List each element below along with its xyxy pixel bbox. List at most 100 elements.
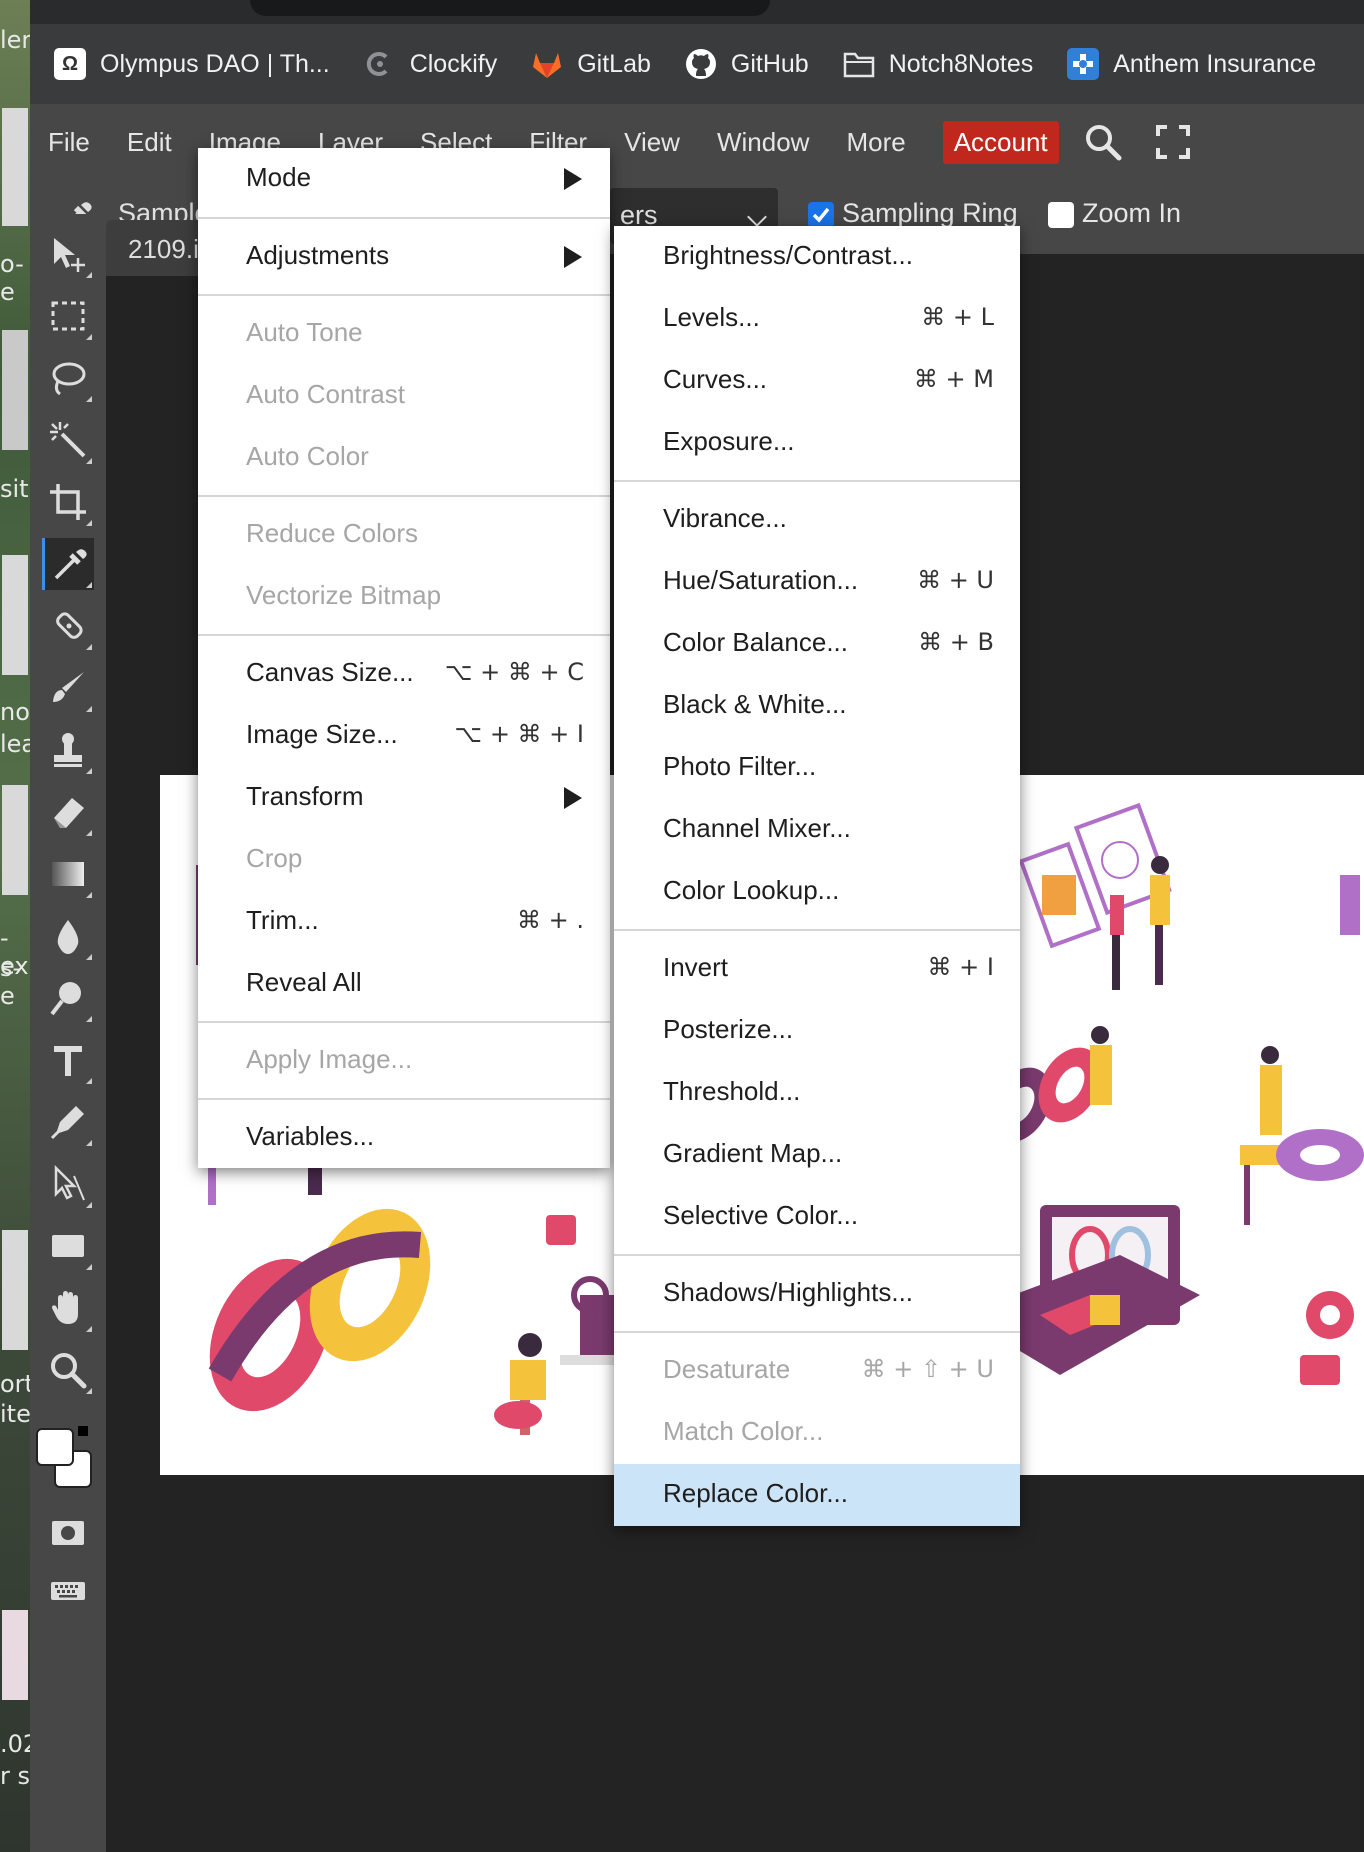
menu-window[interactable]: Window: [717, 127, 809, 158]
menu-item-shadows-highlights[interactable]: Shadows/Highlights...: [614, 1263, 1020, 1325]
eyedropper-tool-icon[interactable]: [42, 538, 94, 590]
menu-item-label: Color Lookup...: [663, 875, 840, 905]
fullscreen-icon[interactable]: [1153, 122, 1193, 162]
menu-item-auto-contrast[interactable]: Auto Contrast: [198, 365, 610, 427]
menu-item-gradient-map[interactable]: Gradient Map...: [614, 1124, 1020, 1186]
stamp-tool-icon[interactable]: [42, 724, 94, 776]
menu-item-match-color[interactable]: Match Color...: [614, 1402, 1020, 1464]
menu-item-label: Color Balance...: [663, 627, 848, 657]
menu-item-label: Vibrance...: [663, 503, 787, 533]
pen-tool-icon[interactable]: [42, 1096, 94, 1148]
menu-item-levels[interactable]: Levels... ⌘ + L: [614, 288, 1020, 350]
quick-mask-icon[interactable]: [42, 1506, 94, 1558]
menu-item-canvas-size[interactable]: Canvas Size... ⌥ + ⌘ + C: [198, 643, 610, 705]
menu-item-selective-color[interactable]: Selective Color...: [614, 1186, 1020, 1248]
menu-item-shortcut: ⌘ + M: [913, 365, 994, 393]
menu-item-apply-image[interactable]: Apply Image...: [198, 1030, 610, 1092]
bookmark-label: Clockify: [409, 49, 498, 78]
menu-item-trim[interactable]: Trim... ⌘ + .: [198, 891, 610, 953]
bookmark-anthem[interactable]: Anthem Insurance: [1067, 48, 1316, 80]
brush-tool-icon[interactable]: [42, 662, 94, 714]
adjustments-submenu: Brightness/Contrast... Levels... ⌘ + L C…: [614, 226, 1020, 1526]
menu-item-transform[interactable]: Transform: [198, 767, 610, 829]
keyboard-icon[interactable]: [42, 1564, 94, 1616]
menu-separator: [614, 480, 1020, 482]
bookmark-label: GitLab: [577, 49, 651, 78]
menu-item-variables[interactable]: Variables...: [198, 1107, 610, 1169]
menu-item-shortcut: ⌥ + ⌘ + C: [444, 658, 584, 686]
menu-item-mode[interactable]: Mode: [198, 148, 610, 210]
menu-item-desaturate[interactable]: Desaturate ⌘ + ⇧ + U: [614, 1340, 1020, 1402]
menu-item-label: Image Size...: [246, 719, 398, 749]
menu-separator: [614, 1331, 1020, 1333]
healing-tool-icon[interactable]: [42, 600, 94, 652]
menu-item-exposure[interactable]: Exposure...: [614, 412, 1020, 474]
move-tool-icon[interactable]: [42, 228, 94, 280]
github-icon: [685, 48, 717, 80]
menu-item-auto-color[interactable]: Auto Color: [198, 427, 610, 489]
bookmark-clockify[interactable]: Clockify: [364, 48, 498, 80]
gradient-tool-icon[interactable]: [42, 848, 94, 900]
desktop-file-thumbnail: [2, 1230, 28, 1350]
bookmark-olympus[interactable]: Ω Olympus DAO | Th...: [54, 48, 330, 80]
menu-item-label: Invert: [663, 952, 729, 982]
menu-item-replace-color[interactable]: Replace Color...: [614, 1464, 1020, 1526]
menu-item-crop[interactable]: Crop: [198, 829, 610, 891]
lasso-tool-icon[interactable]: [42, 352, 94, 404]
bookmark-github[interactable]: GitHub: [685, 48, 809, 80]
desktop-background-strip: ler o-e sit no lea -ex s-e ort ite .02 r…: [0, 0, 38, 1852]
menu-item-photo-filter[interactable]: Photo Filter...: [614, 737, 1020, 799]
desktop-label-fragment: s-e: [0, 954, 22, 1010]
menu-item-color-balance[interactable]: Color Balance... ⌘ + B: [614, 613, 1020, 675]
menu-item-label: Vectorize Bitmap: [246, 580, 442, 610]
marquee-tool-icon[interactable]: [42, 290, 94, 342]
menu-item-brightness-contrast[interactable]: Brightness/Contrast...: [614, 226, 1020, 288]
menu-item-vibrance[interactable]: Vibrance...: [614, 489, 1020, 551]
menu-item-label: Shadows/Highlights...: [663, 1277, 914, 1307]
foreground-color-swatch[interactable]: [36, 1428, 74, 1466]
shape-tool-icon[interactable]: [42, 1220, 94, 1272]
menu-item-color-lookup[interactable]: Color Lookup...: [614, 861, 1020, 923]
search-icon[interactable]: [1083, 122, 1123, 162]
chevron-down-icon: [747, 207, 767, 227]
zoom-in-checkbox[interactable]: [1048, 202, 1074, 228]
hand-tool-icon[interactable]: [42, 1282, 94, 1334]
default-colors-icon[interactable]: [78, 1426, 88, 1436]
menu-item-auto-tone[interactable]: Auto Tone: [198, 303, 610, 365]
desktop-label-fragment: ite: [0, 1400, 31, 1428]
menu-item-shortcut: ⌘ + B: [918, 628, 994, 656]
menu-more[interactable]: More: [846, 127, 905, 158]
menu-item-hue-saturation[interactable]: Hue/Saturation... ⌘ + U: [614, 551, 1020, 613]
menu-file[interactable]: File: [48, 127, 90, 158]
color-swatches[interactable]: [34, 1424, 100, 1494]
menu-item-image-size[interactable]: Image Size... ⌥ + ⌘ + I: [198, 705, 610, 767]
menu-item-reveal-all[interactable]: Reveal All: [198, 953, 610, 1015]
menu-item-threshold[interactable]: Threshold...: [614, 1062, 1020, 1124]
blur-tool-icon[interactable]: [42, 910, 94, 962]
crop-tool-icon[interactable]: [42, 476, 94, 528]
type-tool-icon[interactable]: [42, 1034, 94, 1086]
menu-item-curves[interactable]: Curves... ⌘ + M: [614, 350, 1020, 412]
sampling-ring-checkbox[interactable]: [808, 202, 834, 228]
menu-view[interactable]: View: [624, 127, 680, 158]
magic-wand-tool-icon[interactable]: [42, 414, 94, 466]
bookmark-notch8notes[interactable]: Notch8Notes: [843, 48, 1033, 80]
dodge-tool-icon[interactable]: [42, 972, 94, 1024]
menu-item-label: Desaturate: [663, 1354, 791, 1384]
menu-item-adjustments[interactable]: Adjustments: [198, 226, 610, 288]
menu-item-channel-mixer[interactable]: Channel Mixer...: [614, 799, 1020, 861]
bookmark-gitlab[interactable]: GitLab: [531, 48, 651, 80]
menu-item-invert[interactable]: Invert ⌘ + I: [614, 938, 1020, 1000]
browser-active-tab[interactable]: [250, 0, 770, 16]
menu-item-black-white[interactable]: Black & White...: [614, 675, 1020, 737]
account-button[interactable]: Account: [942, 120, 1059, 164]
menu-item-reduce-colors[interactable]: Reduce Colors: [198, 504, 610, 566]
zoom-tool-icon[interactable]: [42, 1344, 94, 1396]
menu-item-vectorize-bitmap[interactable]: Vectorize Bitmap: [198, 566, 610, 628]
clockify-icon: [364, 48, 396, 80]
menu-item-posterize[interactable]: Posterize...: [614, 1000, 1020, 1062]
menu-edit[interactable]: Edit: [127, 127, 172, 158]
path-select-tool-icon[interactable]: [42, 1158, 94, 1210]
menu-item-label: Variables...: [246, 1121, 375, 1151]
eraser-tool-icon[interactable]: [42, 786, 94, 838]
